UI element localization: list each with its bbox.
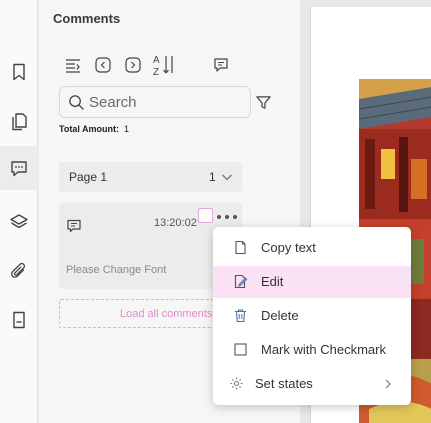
layers-button[interactable] xyxy=(0,200,38,244)
search-input[interactable] xyxy=(89,91,244,114)
menu-item-edit[interactable]: Edit xyxy=(213,266,411,298)
chevron-right-icon xyxy=(385,379,391,389)
comment-icon xyxy=(214,58,228,72)
comments-toolbar: AZ xyxy=(61,52,281,78)
more-options-button[interactable] xyxy=(217,212,237,222)
total-amount: Total Amount: 1 xyxy=(59,124,129,134)
page-group-header[interactable]: Page 1 1 xyxy=(59,162,242,192)
edit-icon xyxy=(234,274,248,289)
search-icon xyxy=(69,95,84,110)
attachment-button[interactable] xyxy=(0,249,38,293)
menu-item-mark-checkmark[interactable]: Mark with Checkmark xyxy=(213,334,411,366)
menu-item-label: Edit xyxy=(261,274,284,289)
page-group-label: Page 1 xyxy=(69,170,108,184)
next-comment-icon xyxy=(125,57,141,73)
more-dot-icon xyxy=(225,215,229,219)
svg-text:A: A xyxy=(153,55,160,66)
comment-context-menu: Copy text Edit Delete Mark with Checkmar… xyxy=(213,227,411,405)
svg-text:Z: Z xyxy=(153,67,159,77)
add-comment-button[interactable] xyxy=(209,52,233,78)
checkbox-icon xyxy=(234,343,247,356)
pages-button[interactable] xyxy=(0,99,38,143)
more-dot-icon xyxy=(217,215,221,219)
menu-item-label: Set states xyxy=(255,376,313,391)
previous-comment-icon xyxy=(95,57,111,73)
form-icon xyxy=(13,311,25,329)
menu-item-label: Copy text xyxy=(261,240,316,255)
filter-icon xyxy=(255,95,271,109)
comments-button[interactable] xyxy=(0,146,38,190)
more-dot-icon xyxy=(233,215,237,219)
copy-icon xyxy=(235,240,246,255)
previous-comment-button[interactable] xyxy=(91,52,115,78)
form-button[interactable] xyxy=(0,298,38,342)
search-box xyxy=(59,86,251,118)
collapse-all-button[interactable] xyxy=(61,52,85,78)
bookmark-icon xyxy=(13,63,25,81)
attachment-icon xyxy=(11,262,25,278)
total-amount-label: Total Amount: xyxy=(59,124,119,134)
comment-checkbox[interactable] xyxy=(198,208,213,223)
note-comment-icon xyxy=(67,219,81,233)
page-group-count: 1 xyxy=(209,170,216,184)
load-all-comments-label: Load all comments xyxy=(120,308,213,320)
comment-text: Please Change Font xyxy=(66,264,167,276)
menu-item-set-states[interactable]: Set states xyxy=(213,368,411,400)
bookmark-button[interactable] xyxy=(0,50,38,94)
gear-icon xyxy=(230,377,243,390)
comments-icon xyxy=(11,161,27,177)
next-comment-button[interactable] xyxy=(121,52,145,78)
sidebar-rail xyxy=(0,0,38,423)
menu-item-label: Mark with Checkmark xyxy=(261,342,386,357)
menu-item-label: Delete xyxy=(261,308,299,323)
pages-icon xyxy=(12,113,27,131)
trash-icon xyxy=(235,309,246,323)
filter-button[interactable] xyxy=(253,91,273,113)
sort-button[interactable]: AZ xyxy=(149,52,179,78)
panel-title: Comments xyxy=(53,11,121,26)
menu-item-delete[interactable]: Delete xyxy=(213,300,411,332)
layers-icon xyxy=(10,214,28,229)
collapse-all-icon xyxy=(66,59,80,73)
total-amount-value: 1 xyxy=(124,124,130,134)
menu-item-copy-text[interactable]: Copy text xyxy=(213,232,411,264)
chevron-down-icon xyxy=(222,174,232,181)
sort-az-icon: AZ xyxy=(153,55,173,77)
comment-timestamp: 13:20:02 xyxy=(154,217,197,229)
